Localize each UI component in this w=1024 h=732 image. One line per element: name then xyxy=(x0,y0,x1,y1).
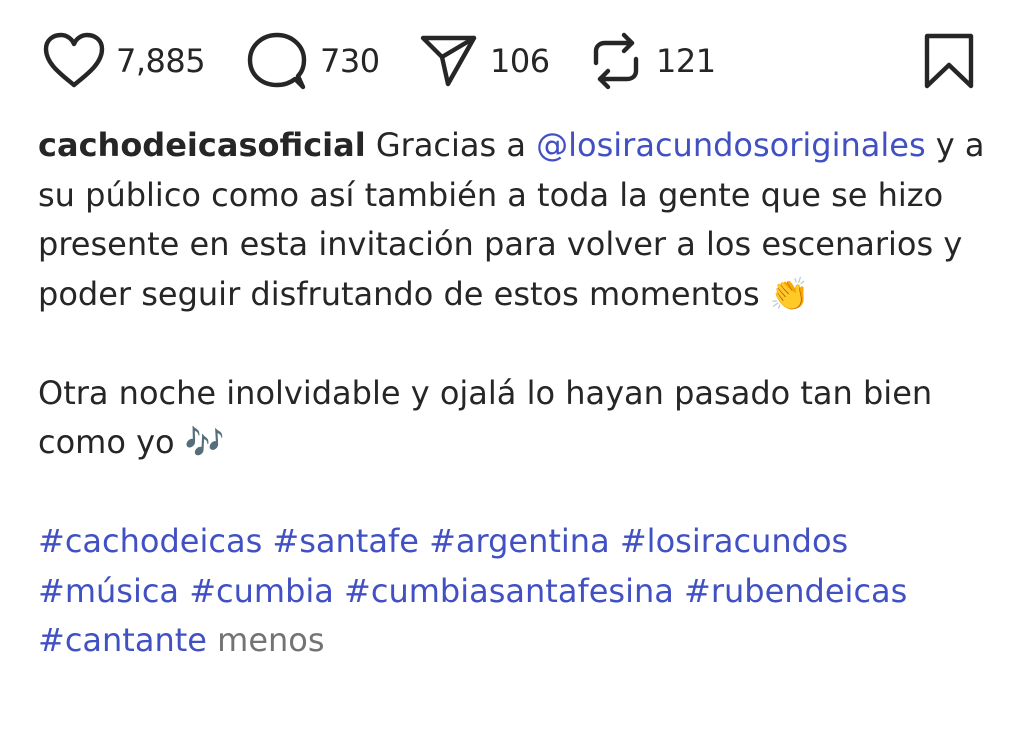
like-count: 7,885 xyxy=(116,42,206,80)
hashtag-link[interactable]: #santafe xyxy=(272,522,418,560)
comment-icon xyxy=(246,30,310,92)
post-caption: cachodeicasoficial Gracias a @losiracund… xyxy=(38,121,998,666)
less-toggle[interactable]: menos xyxy=(217,621,324,659)
hashtag-link[interactable]: #música xyxy=(38,572,179,610)
share-count: 106 xyxy=(490,42,550,80)
repost-button[interactable]: 121 xyxy=(586,30,716,92)
save-button[interactable] xyxy=(918,30,980,92)
repost-icon xyxy=(586,29,646,93)
hashtag-link[interactable]: #cumbia xyxy=(189,572,334,610)
hashtag-link[interactable]: #argentina xyxy=(429,522,610,560)
bookmark-icon xyxy=(918,30,980,92)
comment-button[interactable]: 730 xyxy=(246,30,380,92)
caption-paragraph-1: cachodeicasoficial Gracias a @losiracund… xyxy=(38,121,998,319)
hashtag-link[interactable]: #cumbiasantafesina xyxy=(344,572,674,610)
hashtag-link[interactable]: #cachodeicas xyxy=(38,522,262,560)
heart-icon xyxy=(42,31,106,91)
caption-text: Otra noche inolvidable y ojalá lo hayan … xyxy=(38,373,933,462)
clapping-emoji: 👏 xyxy=(769,274,810,313)
hashtag-link[interactable]: #rubendeicas xyxy=(684,572,907,610)
like-button[interactable]: 7,885 xyxy=(42,30,206,92)
hashtag-link[interactable]: #cantante xyxy=(38,621,207,659)
mention-link[interactable]: @losiracundosoriginales xyxy=(536,126,925,164)
caption-paragraph-2: Otra noche inolvidable y ojalá lo hayan … xyxy=(38,369,998,468)
repost-count: 121 xyxy=(656,42,716,80)
share-button[interactable]: 106 xyxy=(418,30,550,92)
hashtag-link[interactable]: #losiracundos xyxy=(620,522,848,560)
hashtag-list: #cachodeicas #santafe #argentina #losira… xyxy=(38,517,998,666)
music-notes-emoji: 🎶 xyxy=(184,423,225,461)
share-icon xyxy=(418,31,480,91)
author-username[interactable]: cachodeicasoficial xyxy=(38,126,366,164)
post-actions-bar: 7,885 730 106 121 xyxy=(0,0,1024,120)
comment-count: 730 xyxy=(320,42,380,80)
caption-text: Gracias a xyxy=(375,126,526,164)
